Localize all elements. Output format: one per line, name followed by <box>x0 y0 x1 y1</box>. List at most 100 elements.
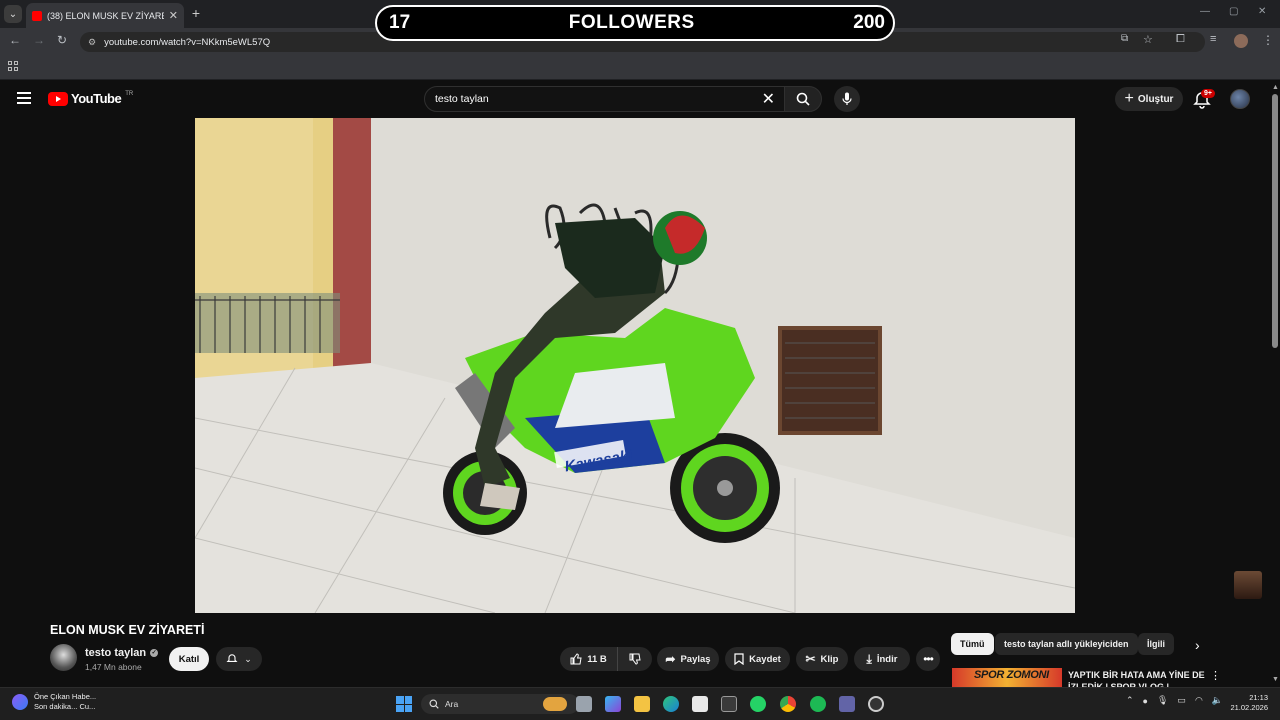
cast-icon[interactable]: ⧉ <box>1121 33 1128 44</box>
youtube-favicon-icon <box>32 10 42 21</box>
back-icon[interactable]: ← <box>9 33 21 47</box>
clear-search-icon[interactable]: ✕ <box>762 89 775 109</box>
search-button[interactable] <box>784 86 822 112</box>
tab-title: (38) ELON MUSK EV ZİYARETİ - <box>47 10 164 21</box>
widgets-icon <box>12 694 28 710</box>
chip-related[interactable]: İlgili <box>1138 633 1174 655</box>
spotify-icon[interactable] <box>810 696 826 712</box>
browser-menu-icon[interactable]: ⋮ <box>1262 33 1274 47</box>
clock-date: 21.02.2026 <box>1230 703 1268 712</box>
create-button[interactable]: + Oluştur <box>1115 87 1183 111</box>
tray-mic-icon[interactable]: 🎙 <box>1157 695 1168 706</box>
burger-icon <box>543 697 567 711</box>
voice-search-button[interactable] <box>834 86 860 112</box>
copilot-icon[interactable] <box>605 696 621 712</box>
verified-check-icon: ✓ <box>150 649 159 657</box>
minimize-icon[interactable]: — <box>1200 6 1210 17</box>
clip-button[interactable]: ✂ Klip <box>796 647 848 671</box>
news-subtitle: Son dakika... Cu... <box>34 702 96 711</box>
youtube-play-icon <box>48 91 68 106</box>
browser-tab-active[interactable]: (38) ELON MUSK EV ZİYARETİ - ✕ <box>26 3 184 28</box>
whatsapp-icon[interactable] <box>750 696 766 712</box>
like-dislike-group: 11 B <box>560 647 652 671</box>
network-icon[interactable]: ▭ <box>1177 695 1186 706</box>
thumbs-up-icon <box>570 653 582 665</box>
thumbs-down-icon <box>629 653 641 665</box>
wifi-icon[interactable]: ◠ <box>1195 695 1203 706</box>
download-icon: ⤓ <box>866 651 872 666</box>
tray-expand-icon[interactable]: ⌃ <box>1126 695 1134 706</box>
tab-close-icon[interactable]: ✕ <box>169 9 178 22</box>
join-button[interactable]: Katıl <box>169 647 209 671</box>
youtube-logo[interactable]: YouTube TR <box>48 91 133 106</box>
page-scrollbar[interactable]: ▲ ▼ <box>1270 82 1280 687</box>
save-label: Kaydet <box>749 653 781 665</box>
chips-next-icon[interactable]: › <box>1195 637 1200 653</box>
subscriber-count: 1,47 Mn abone <box>85 662 142 672</box>
store-icon[interactable] <box>692 696 708 712</box>
scroll-up-icon[interactable]: ▲ <box>1272 84 1279 91</box>
dislike-button[interactable] <box>618 653 652 665</box>
scrollbar-thumb[interactable] <box>1272 94 1278 348</box>
clock-time: 21:13 <box>1249 693 1268 702</box>
followers-right-count: 200 <box>853 12 885 33</box>
channel-avatar[interactable] <box>50 644 77 671</box>
subscription-bell-button[interactable]: ⌄ <box>216 647 262 671</box>
channel-name-row[interactable]: testo taylan ✓ <box>85 647 159 659</box>
scroll-down-icon[interactable]: ▼ <box>1272 676 1279 683</box>
bell-icon <box>226 654 238 662</box>
notification-count-badge: 9+ <box>1201 89 1215 98</box>
tray-app-icon[interactable]: ● <box>1143 696 1148 706</box>
share-icon: ➦ <box>665 652 676 666</box>
reload-icon[interactable]: ↻ <box>57 33 67 47</box>
forward-icon[interactable]: → <box>33 33 45 47</box>
menu-icon[interactable] <box>17 92 31 104</box>
like-count: 11 B <box>587 653 607 665</box>
obs-icon[interactable] <box>868 696 884 712</box>
volume-icon[interactable]: 🔈 <box>1212 695 1223 706</box>
apps-grid-icon[interactable] <box>8 61 18 71</box>
share-button[interactable]: ➦ Paylaş <box>657 647 719 671</box>
reading-list-icon[interactable]: ≡ <box>1210 33 1216 45</box>
more-actions-button[interactable]: ••• <box>916 647 940 671</box>
chip-all[interactable]: Tümü <box>951 633 994 655</box>
edge-icon[interactable] <box>663 696 679 712</box>
followers-overlay: 17 FOLLOWERS 200 <box>375 5 895 41</box>
download-button[interactable]: ⤓ İndir <box>854 647 910 671</box>
terminal-icon[interactable] <box>721 696 737 712</box>
account-avatar[interactable] <box>1230 89 1250 109</box>
recommended-more-icon[interactable]: ⋮ <box>1210 669 1221 682</box>
profile-avatar-icon[interactable] <box>1234 34 1248 48</box>
start-menu-icon[interactable] <box>396 696 412 712</box>
teams-icon[interactable] <box>839 696 855 712</box>
microphone-icon <box>842 92 852 105</box>
tab-search-dropdown-icon[interactable]: ⌄ <box>4 5 22 23</box>
create-label: Oluştur <box>1137 93 1174 105</box>
url-text: youtube.com/watch?v=NKkm5eWL57Q <box>104 36 271 48</box>
bookmark-star-icon[interactable]: ☆ <box>1143 33 1153 46</box>
file-explorer-icon[interactable] <box>634 696 650 712</box>
video-frame-image: Kawasaki <box>195 118 1075 613</box>
taskbar-search[interactable]: Ara <box>421 694 579 714</box>
task-view-icon[interactable] <box>576 696 592 712</box>
search-input[interactable]: testo taylan ✕ <box>424 86 786 112</box>
maximize-icon[interactable]: ▢ <box>1229 6 1238 17</box>
extensions-icon[interactable]: ⧠ <box>1176 33 1185 46</box>
like-button[interactable]: 11 B <box>560 647 618 671</box>
news-widget[interactable]: Öne Çıkan Habe... Son dakika... Cu... <box>12 692 96 712</box>
window-close-icon[interactable]: ✕ <box>1258 6 1266 17</box>
region-code: TR <box>125 90 134 97</box>
chip-from-uploader[interactable]: testo taylan adlı yükleyiciden <box>995 633 1138 655</box>
new-tab-icon[interactable]: + <box>188 5 204 21</box>
download-label: İndir <box>876 653 898 665</box>
chrome-icon[interactable] <box>780 696 796 712</box>
taskbar-clock[interactable]: 21:13 21.02.2026 <box>1228 693 1268 713</box>
clip-label: Klip <box>820 653 839 665</box>
news-title: Öne Çıkan Habe... <box>34 692 97 701</box>
video-player[interactable]: Kawasaki <box>195 118 1075 613</box>
search-icon <box>429 699 439 709</box>
corner-thumbnail <box>1234 571 1262 599</box>
save-button[interactable]: Kaydet <box>725 647 790 671</box>
search-icon <box>796 92 810 106</box>
site-info-icon[interactable]: ⚙ <box>88 37 96 48</box>
